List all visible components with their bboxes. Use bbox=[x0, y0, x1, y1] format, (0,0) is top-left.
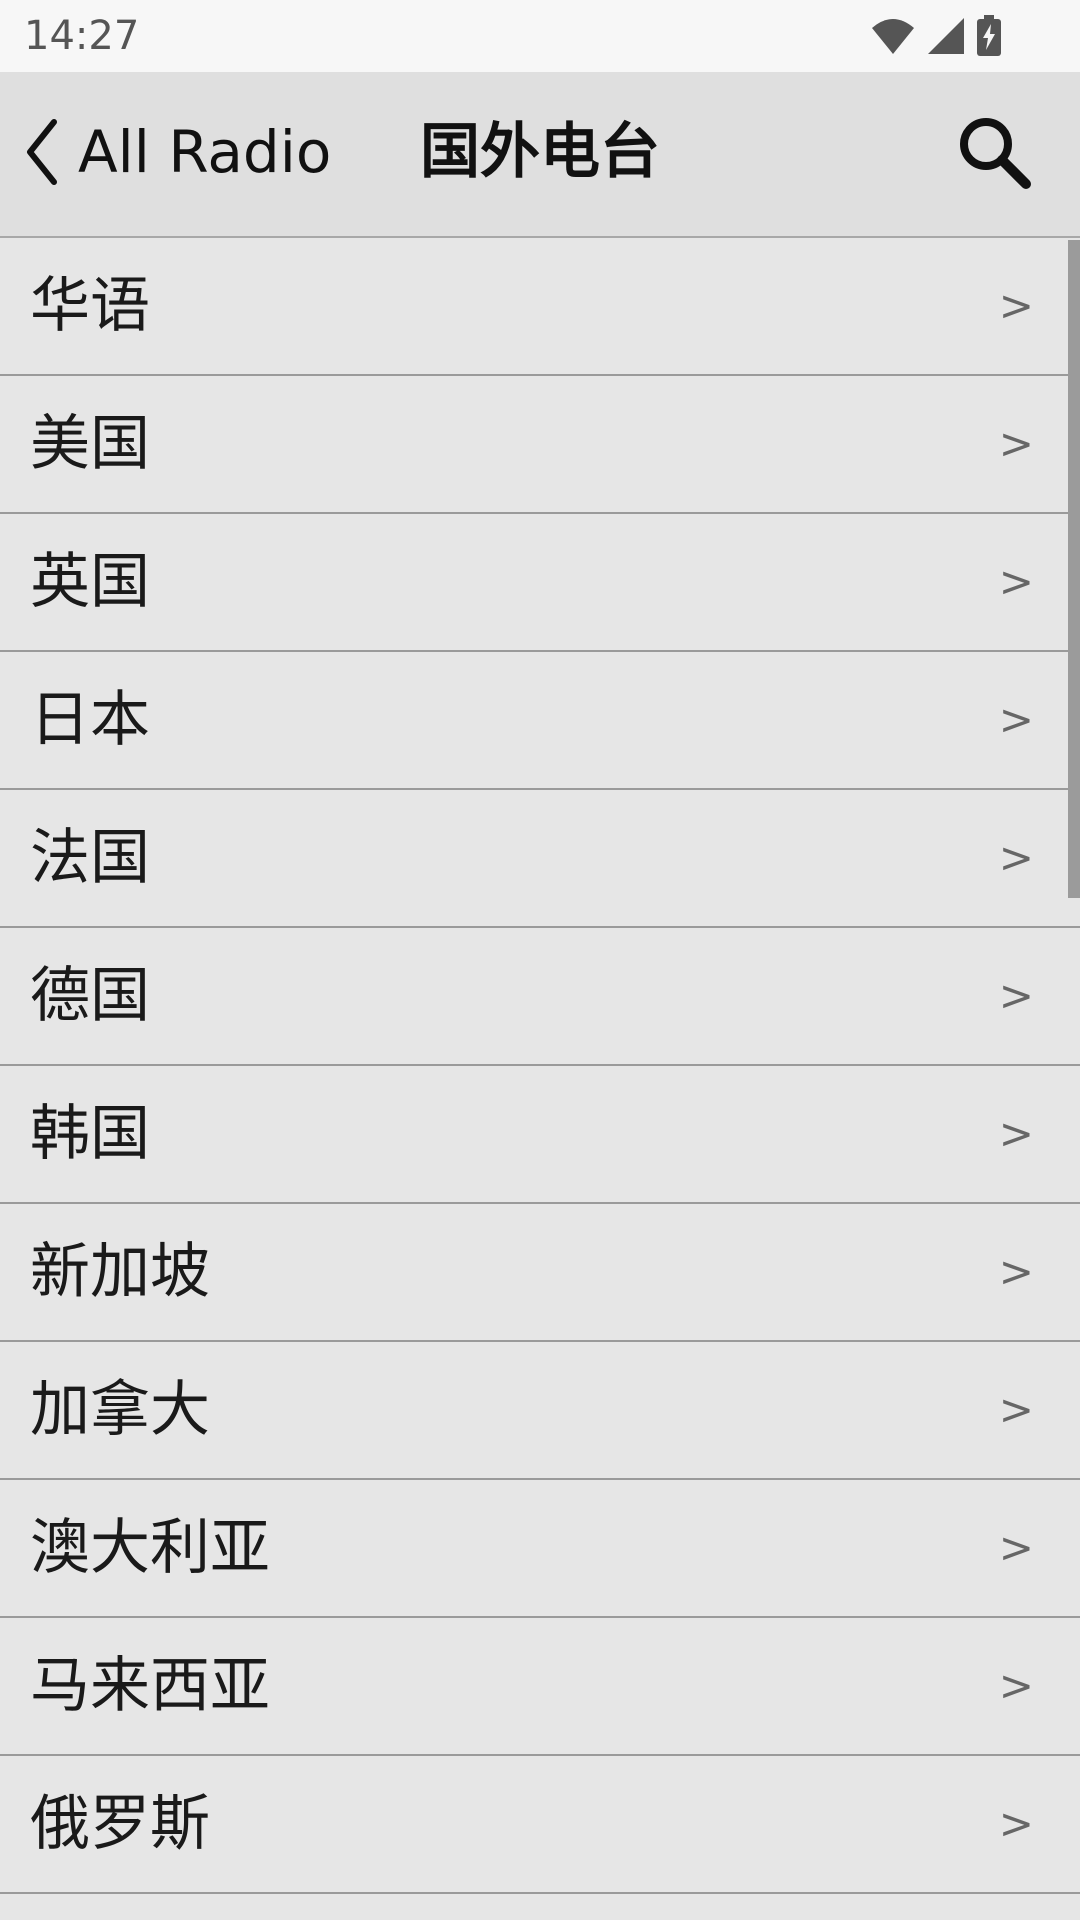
list-item-label: 澳大利亚 bbox=[30, 1513, 270, 1583]
search-button[interactable] bbox=[954, 112, 1034, 192]
list-item[interactable]: 加拿大 > bbox=[0, 1342, 1080, 1480]
list-item-label: 华语 bbox=[30, 271, 150, 341]
list-item-label: 马来西亚 bbox=[30, 1651, 270, 1721]
chevron-right-icon: > bbox=[998, 1799, 1034, 1848]
chevron-left-icon bbox=[27, 119, 57, 185]
list-item[interactable]: 美国 > bbox=[0, 376, 1080, 514]
chevron-right-icon: > bbox=[998, 1385, 1034, 1434]
list-item-label: 日本 bbox=[30, 685, 150, 755]
list-item-label: 韩国 bbox=[30, 1099, 150, 1169]
chevron-right-icon: > bbox=[998, 1523, 1034, 1572]
scrollbar[interactable] bbox=[1068, 240, 1080, 898]
list-item-label: 新加坡 bbox=[30, 1237, 210, 1307]
chevron-right-icon: > bbox=[998, 557, 1034, 606]
list-item[interactable]: 俄罗斯 > bbox=[0, 1756, 1080, 1894]
country-list: 华语 > 美国 > 英国 > 日本 > 法国 > 德国 > 韩国 > 新加坡 >… bbox=[0, 238, 1080, 1920]
list-item[interactable]: 新加坡 > bbox=[0, 1204, 1080, 1342]
list-item-label: 法国 bbox=[30, 823, 150, 893]
chevron-right-icon: > bbox=[998, 419, 1034, 468]
back-button[interactable]: All Radio bbox=[24, 112, 331, 192]
chevron-right-icon: > bbox=[998, 695, 1034, 744]
status-time: 14:27 bbox=[24, 13, 140, 59]
back-button-label: All Radio bbox=[78, 118, 332, 186]
battery-charging-icon bbox=[977, 15, 1001, 56]
cell-signal-icon bbox=[928, 18, 964, 54]
list-item[interactable]: 澳大利亚 > bbox=[0, 1480, 1080, 1618]
page-title: 国外电台 bbox=[420, 117, 660, 187]
wifi-icon bbox=[872, 19, 914, 54]
list-item[interactable]: 法国 > bbox=[0, 790, 1080, 928]
list-item-label: 德国 bbox=[30, 961, 150, 1031]
list-item[interactable]: 韩国 > bbox=[0, 1066, 1080, 1204]
list-item[interactable]: 华语 > bbox=[0, 238, 1080, 376]
list-item[interactable]: 日本 > bbox=[0, 652, 1080, 790]
navigation-bar: All Radio 国外电台 bbox=[0, 72, 1080, 238]
chevron-right-icon: > bbox=[998, 971, 1034, 1020]
list-item-label: 俄罗斯 bbox=[30, 1789, 210, 1859]
list-item[interactable]: 德国 > bbox=[0, 928, 1080, 1066]
list-item[interactable]: 英国 > bbox=[0, 514, 1080, 652]
search-icon bbox=[960, 118, 1031, 189]
chevron-right-icon: > bbox=[998, 281, 1034, 330]
chevron-right-icon: > bbox=[998, 1109, 1034, 1158]
chevron-right-icon: > bbox=[998, 1661, 1034, 1710]
list-item-label: 美国 bbox=[30, 409, 150, 479]
status-bar: 14:27 bbox=[0, 0, 1080, 72]
chevron-right-icon: > bbox=[998, 833, 1034, 882]
list-item-label: 加拿大 bbox=[30, 1375, 210, 1445]
list-item-label: 英国 bbox=[30, 547, 150, 617]
list-item[interactable]: 马来西亚 > bbox=[0, 1618, 1080, 1756]
status-icons bbox=[870, 14, 1002, 58]
chevron-right-icon: > bbox=[998, 1247, 1034, 1296]
